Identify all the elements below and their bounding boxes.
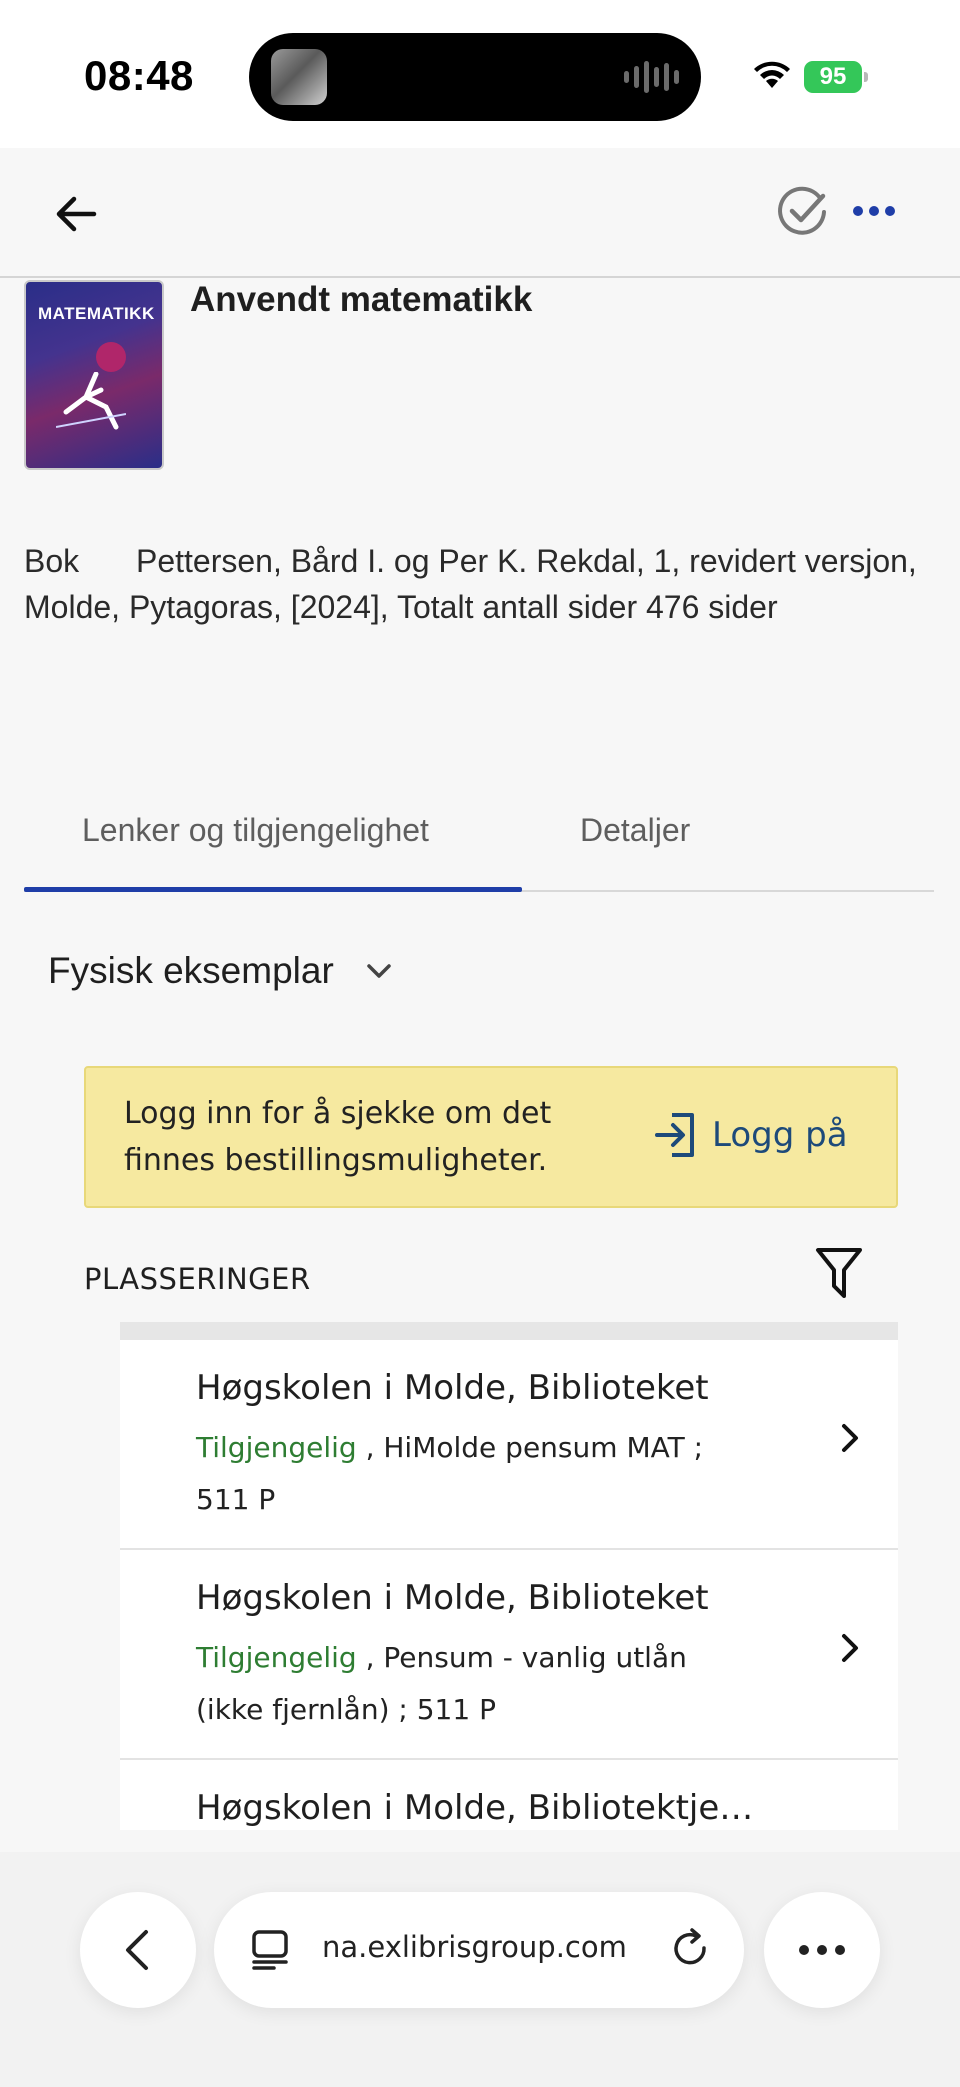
book-cover-thumbnail[interactable]: MATEMATIKK [24, 280, 164, 470]
record-citation: Pettersen, Bård I. og Per K. Rekdal, 1, … [24, 543, 917, 625]
sign-in-icon [655, 1113, 694, 1157]
location-info: Tilgjengelig , Pensum - vanlig utlån (ik… [196, 1632, 736, 1736]
location-info: Tilgjengelig , HiMolde pensum MAT ; 511 … [196, 1422, 736, 1526]
availability-status: Tilgjengelig [196, 1431, 357, 1464]
active-tab-indicator [24, 887, 522, 892]
locations-header: PLASSERINGER [84, 1248, 896, 1298]
battery-level: 95 [804, 61, 862, 93]
cover-title-text: MATEMATIKK [38, 304, 155, 323]
wifi-icon [754, 61, 790, 88]
login-button[interactable]: Logg på [654, 1110, 848, 1160]
location-item[interactable]: Høgskolen i Molde, Biblioteket Tilgjenge… [120, 1550, 898, 1760]
login-notice-text: Logg inn for å sjekke om det finnes best… [124, 1096, 552, 1178]
physical-copy-toggle[interactable]: Fysisk eksemplar [48, 950, 396, 992]
locations-label: PLASSERINGER [84, 1262, 311, 1296]
address-bar[interactable]: na.exlibrisgroup.com [214, 1892, 744, 2008]
record-description: Bok Pettersen, Bård I. og Per K. Rekdal, … [24, 538, 924, 630]
browser-back-button[interactable] [80, 1892, 196, 2008]
location-name: Høgskolen i Molde, Biblioteket [196, 1578, 709, 1618]
filter-icon[interactable] [814, 1246, 864, 1300]
more-horizontal-icon[interactable] [852, 204, 896, 218]
chevron-right-icon [842, 1424, 858, 1452]
availability-status: Tilgjengelig [196, 1641, 357, 1674]
section-title: Fysisk eksemplar [48, 950, 334, 991]
browser-toolbar: na.exlibrisgroup.com [0, 1852, 960, 2087]
location-item[interactable]: Høgskolen i Molde, Bibliotektje… [120, 1760, 898, 1830]
check-circle-icon[interactable] [776, 184, 830, 238]
audio-waveform-icon [624, 59, 679, 95]
locations-list: Høgskolen i Molde, Biblioteket Tilgjenge… [120, 1322, 898, 1830]
reload-icon[interactable] [668, 1926, 714, 1972]
url-text: na.exlibrisgroup.com [322, 1930, 627, 1964]
dynamic-island [249, 33, 701, 121]
more-horizontal-icon [799, 1945, 845, 1955]
location-name: Høgskolen i Molde, Bibliotektje… [196, 1788, 754, 1828]
chevron-down-icon [367, 964, 391, 978]
chevron-right-icon [842, 1634, 858, 1662]
location-item[interactable]: Høgskolen i Molde, Biblioteket Tilgjenge… [120, 1340, 898, 1550]
login-notice: Logg inn for å sjekke om det finnes best… [84, 1066, 898, 1208]
reader-tabs-icon[interactable] [250, 1928, 290, 1972]
cover-figure-graphic [56, 372, 126, 430]
browser-more-button[interactable] [764, 1892, 880, 2008]
record-type: Bok [24, 543, 80, 579]
chevron-left-icon [126, 1930, 148, 1970]
login-button-label: Logg på [712, 1115, 848, 1155]
battery-charging-icon: 95 [804, 61, 868, 93]
tab-links-availability[interactable]: Lenker og tilgjengelighet [82, 812, 429, 849]
back-arrow-icon[interactable] [52, 190, 100, 238]
cover-ball-graphic [96, 342, 126, 372]
page: 08:48 95 MATEMATIKK Anvendt matematikk B… [0, 0, 960, 2087]
location-name: Høgskolen i Molde, Biblioteket [196, 1368, 709, 1408]
tab-details[interactable]: Detaljer [580, 812, 690, 849]
top-app-bar [0, 148, 960, 278]
record-tabs: Lenker og tilgjengelighet Detaljer [24, 800, 934, 892]
status-bar: 08:48 95 [0, 0, 960, 148]
now-playing-artwork [271, 49, 327, 105]
status-time: 08:48 [84, 52, 194, 99]
record-title[interactable]: Anvendt matematikk [190, 280, 532, 320]
